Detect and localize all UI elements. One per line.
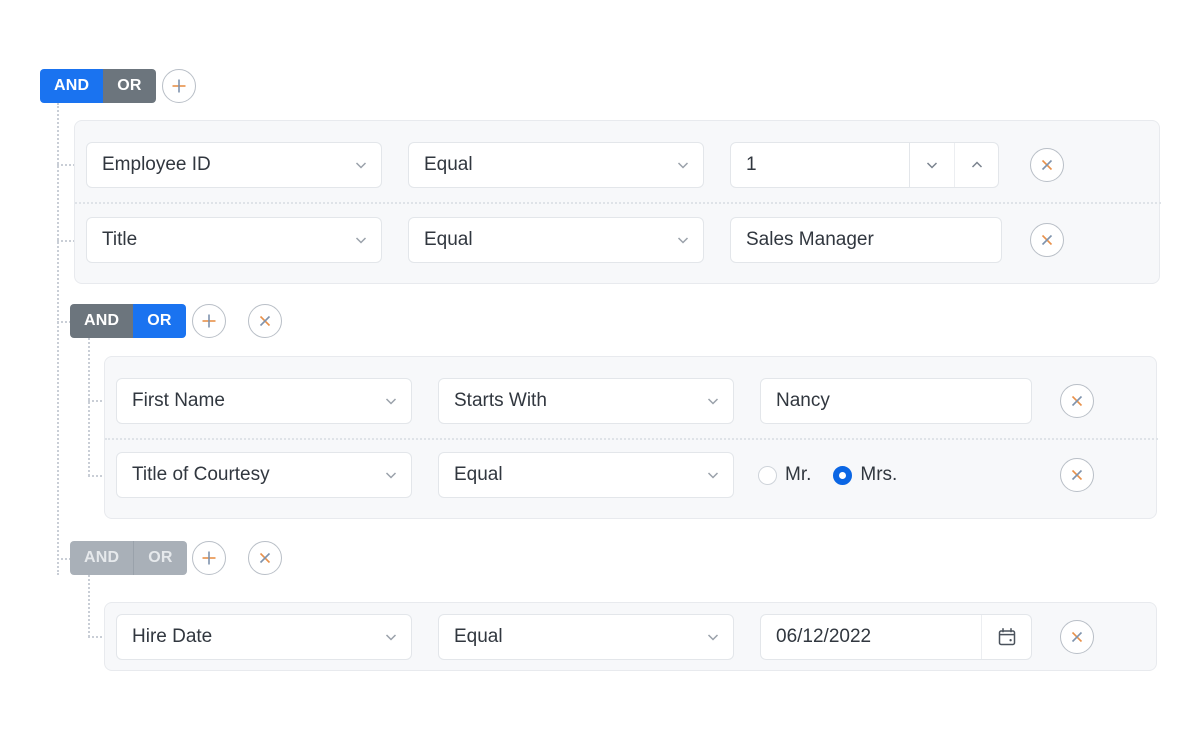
group-1-add-rule-button[interactable]	[192, 304, 226, 338]
close-icon	[1037, 155, 1057, 175]
rule-0-number-spinner[interactable]	[910, 142, 999, 188]
chevron-down-icon	[371, 393, 411, 409]
group-1-and-segment[interactable]: AND	[70, 304, 133, 338]
chevron-down-icon	[371, 629, 411, 645]
rule-2-operator-value: Starts With	[439, 390, 693, 412]
rule-4-remove-button[interactable]	[1060, 620, 1094, 654]
rule-3-field-value: Title of Courtesy	[117, 464, 371, 486]
chevron-down-icon	[924, 157, 940, 173]
group-1-conjunction-toggle[interactable]: AND OR	[70, 304, 186, 338]
rule-4-operator-value: Equal	[439, 626, 693, 648]
spinner-up-button[interactable]	[954, 143, 998, 187]
rule-0-field-select[interactable]: Employee ID	[86, 142, 382, 188]
rule-4-field-select[interactable]: Hire Date	[116, 614, 412, 660]
rule-1-remove-button[interactable]	[1030, 223, 1064, 257]
plus-icon	[199, 548, 219, 568]
chevron-up-icon	[969, 157, 985, 173]
rule-row-separator	[105, 438, 1158, 440]
group-2-add-rule-button[interactable]	[192, 541, 226, 575]
group-root-connector-spine	[57, 103, 59, 575]
connector-stub-nested-group-2	[57, 558, 71, 560]
group-root-or-segment[interactable]: OR	[103, 69, 155, 103]
rule-2-field-select[interactable]: First Name	[116, 378, 412, 424]
close-icon	[1037, 230, 1057, 250]
connector-stub-root-rule-1	[57, 164, 75, 166]
rule-4-operator-select[interactable]: Equal	[438, 614, 734, 660]
spinner-down-button[interactable]	[910, 143, 954, 187]
rule-3-operator-value: Equal	[439, 464, 693, 486]
rule-0-remove-button[interactable]	[1030, 148, 1064, 182]
calendar-picker-button[interactable]	[981, 615, 1031, 659]
rule-2-field-value: First Name	[117, 390, 371, 412]
rule-3-value-radio-group[interactable]: Mr. Mrs.	[758, 452, 909, 498]
chevron-down-icon	[341, 232, 381, 248]
group-1-or-segment[interactable]: OR	[133, 304, 185, 338]
close-icon	[255, 311, 275, 331]
rule-3-field-select[interactable]: Title of Courtesy	[116, 452, 412, 498]
rule-1-operator-select[interactable]: Equal	[408, 217, 704, 263]
rule-1-value: Sales Manager	[731, 229, 1001, 251]
rule-row-separator	[75, 202, 1161, 204]
rule-2-remove-button[interactable]	[1060, 384, 1094, 418]
rule-4-value-date-input[interactable]: 06/12/2022	[760, 614, 1032, 660]
close-icon	[255, 548, 275, 568]
group-root-and-segment[interactable]: AND	[40, 69, 103, 103]
group-root-conjunction-toggle[interactable]: AND OR	[40, 69, 156, 103]
rule-1-operator-value: Equal	[409, 229, 663, 251]
group-2-connector-spine	[88, 575, 90, 637]
query-builder: AND OR Employee ID Equal 1	[0, 0, 1200, 740]
rule-0-value-number-input[interactable]: 1	[730, 142, 910, 188]
rule-3-operator-select[interactable]: Equal	[438, 452, 734, 498]
radio-checked-icon[interactable]	[833, 466, 852, 485]
chevron-down-icon	[663, 157, 703, 173]
group-2-remove-group-button[interactable]	[248, 541, 282, 575]
group-1-connector-spine	[88, 338, 90, 476]
rule-1-value-text-input[interactable]: Sales Manager	[730, 217, 1002, 263]
rule-2-value-text-input[interactable]: Nancy	[760, 378, 1032, 424]
rule-1-field-value: Title	[87, 229, 341, 251]
rule-4-field-value: Hire Date	[117, 626, 371, 648]
rule-0-operator-value: Equal	[409, 154, 663, 176]
plus-icon	[199, 311, 219, 331]
close-icon	[1067, 627, 1087, 647]
chevron-down-icon	[693, 467, 733, 483]
chevron-down-icon	[693, 629, 733, 645]
rule-2-value: Nancy	[761, 390, 1031, 412]
rule-3-radio-option-mrs[interactable]: Mrs.	[833, 464, 897, 486]
chevron-down-icon	[371, 467, 411, 483]
rule-0-value: 1	[731, 154, 909, 176]
connector-stub-nested-group-1	[57, 321, 71, 323]
chevron-down-icon	[341, 157, 381, 173]
plus-icon	[169, 76, 189, 96]
group-2-or-segment[interactable]: OR	[133, 541, 186, 575]
rule-3-remove-button[interactable]	[1060, 458, 1094, 492]
rule-3-radio-option-mr[interactable]: Mr.	[758, 464, 811, 486]
rule-3-radio-label-mrs: Mrs.	[860, 464, 897, 486]
group-2-conjunction-toggle[interactable]: AND OR	[70, 541, 187, 575]
rule-4-value: 06/12/2022	[761, 626, 981, 648]
group-1-remove-group-button[interactable]	[248, 304, 282, 338]
radio-unchecked-icon[interactable]	[758, 466, 777, 485]
close-icon	[1067, 465, 1087, 485]
close-icon	[1067, 391, 1087, 411]
group-2-and-segment[interactable]: AND	[70, 541, 133, 575]
chevron-down-icon	[693, 393, 733, 409]
group-root-add-rule-button[interactable]	[162, 69, 196, 103]
calendar-icon	[996, 626, 1018, 648]
rule-0-operator-select[interactable]: Equal	[408, 142, 704, 188]
connector-stub-root-rule-2	[57, 240, 75, 242]
rule-0-field-value: Employee ID	[87, 154, 341, 176]
rule-1-field-select[interactable]: Title	[86, 217, 382, 263]
chevron-down-icon	[663, 232, 703, 248]
rule-2-operator-select[interactable]: Starts With	[438, 378, 734, 424]
rule-3-radio-label-mr: Mr.	[785, 464, 811, 486]
